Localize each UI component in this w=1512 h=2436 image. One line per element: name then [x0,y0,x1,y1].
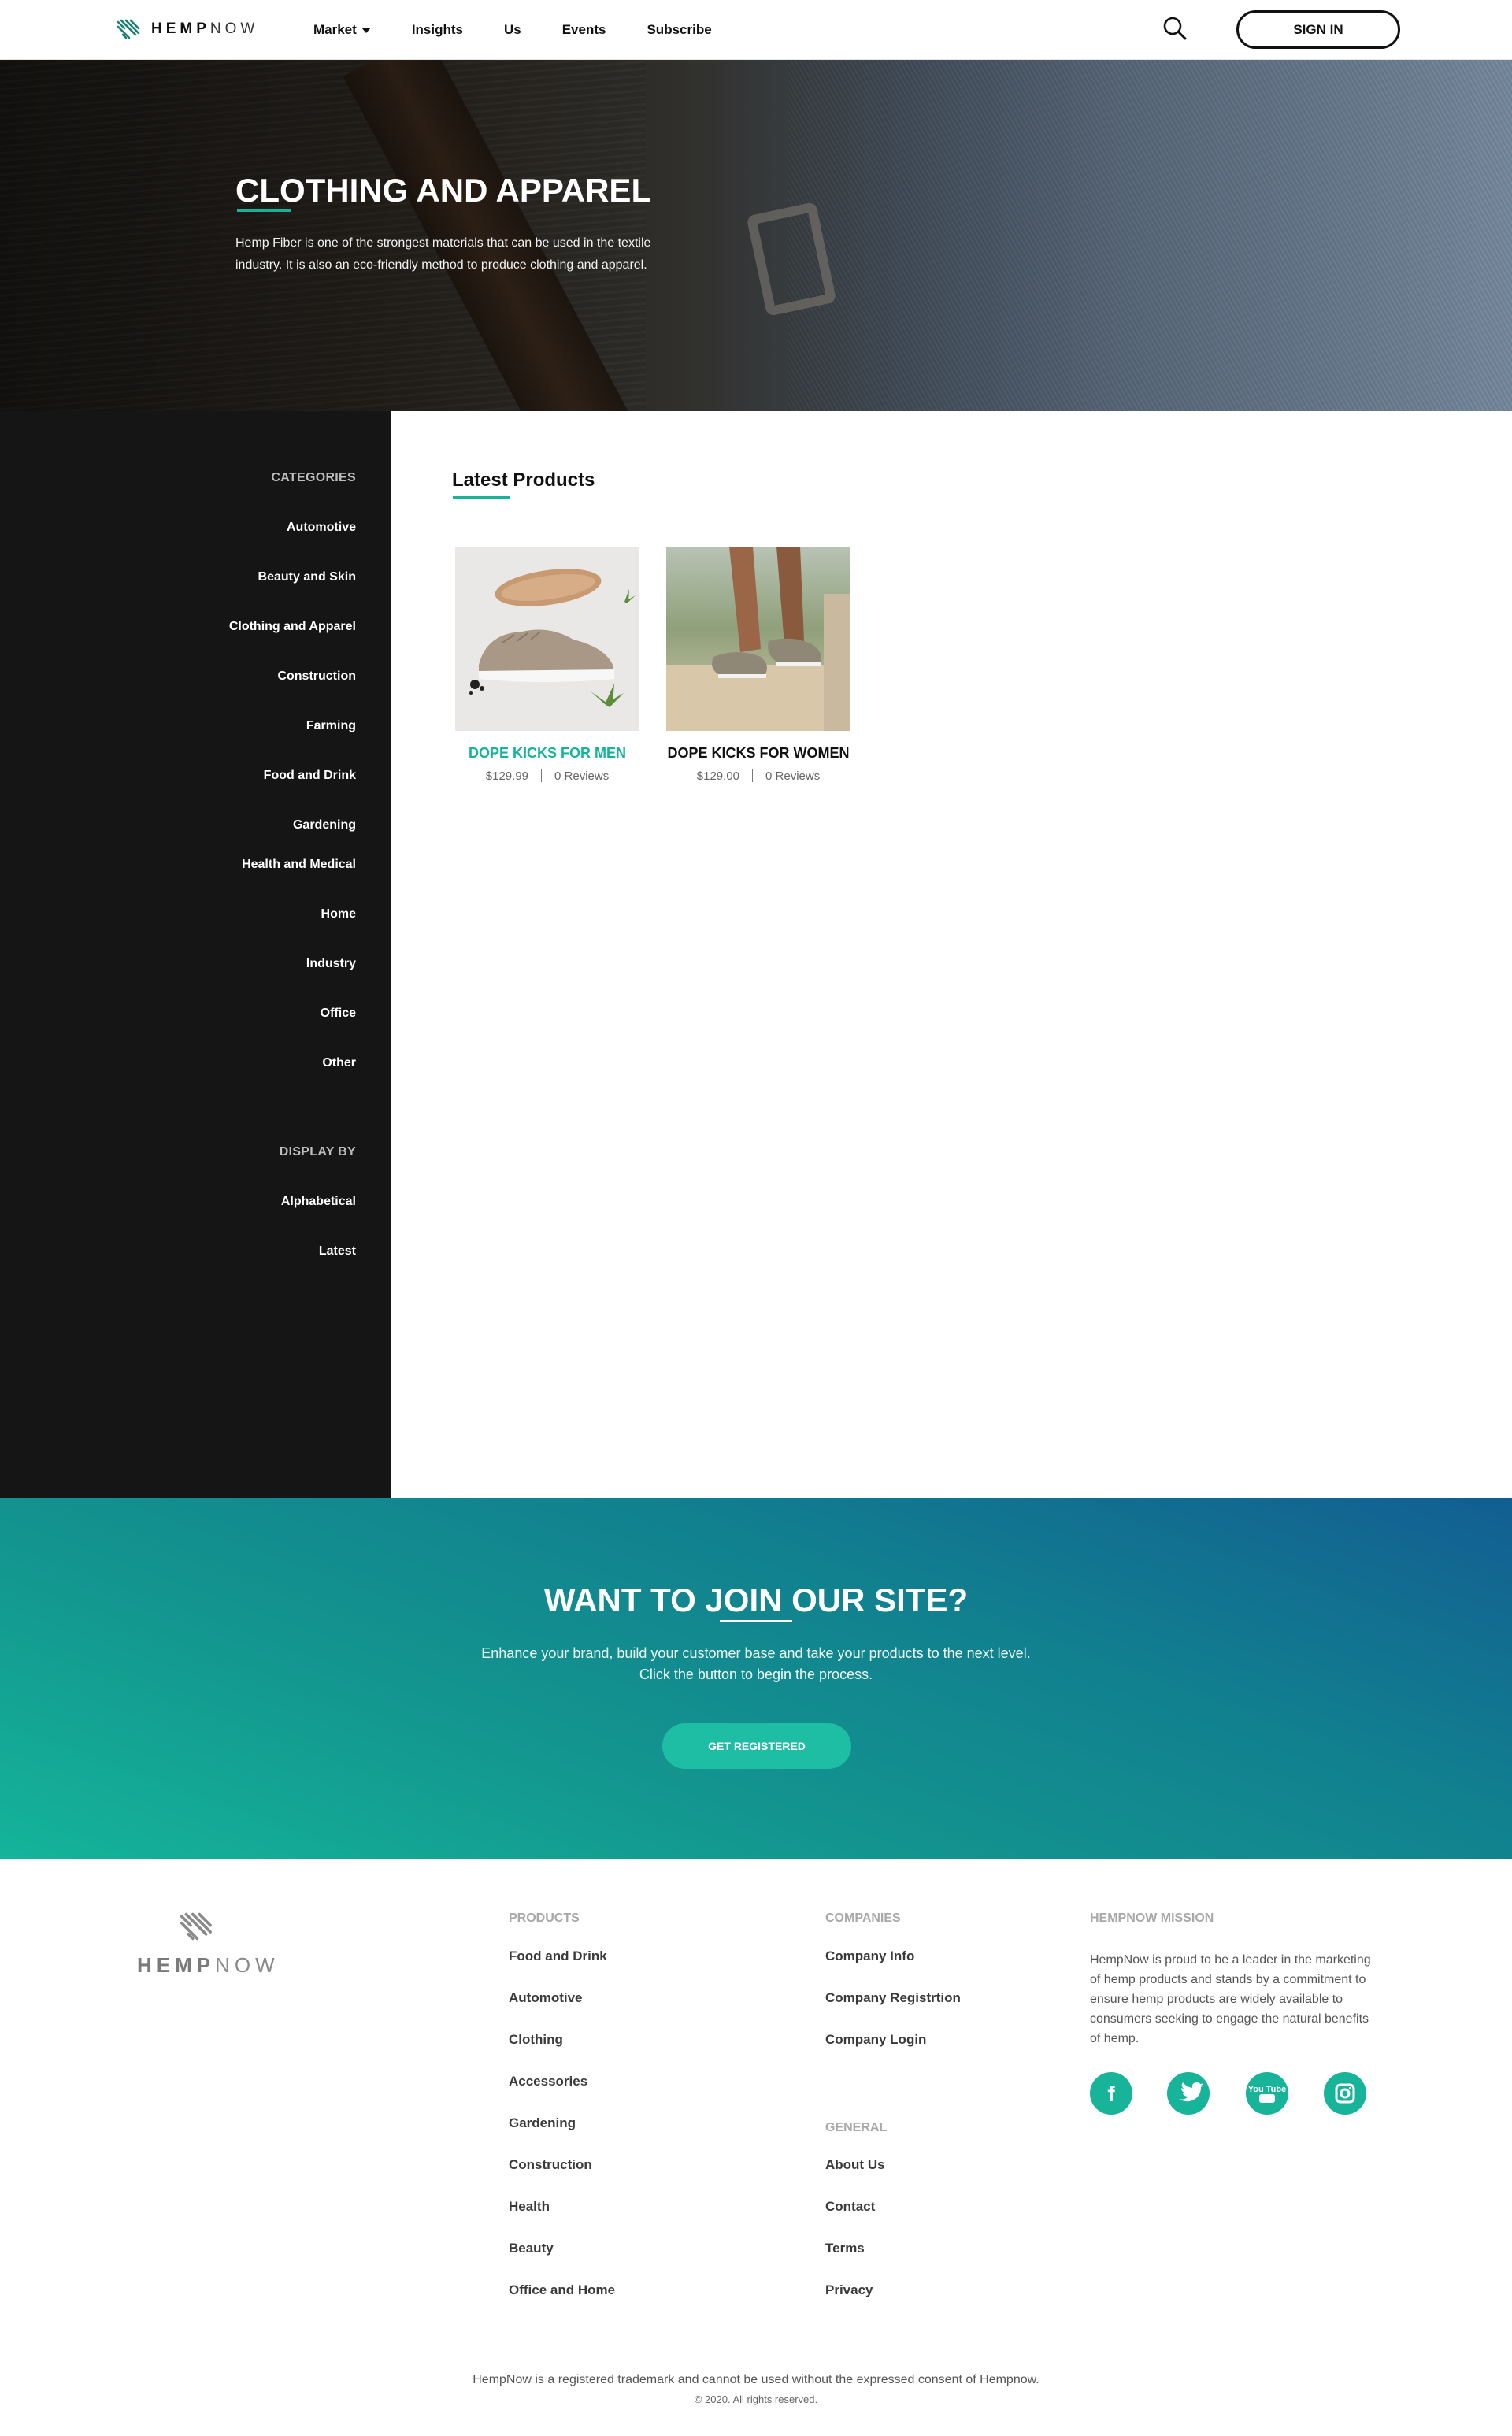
category-industry[interactable]: Industry [306,957,356,971]
join-title-pre: WANT TO [543,1581,696,1618]
footer-mission-text: HempNow is proud to be a leader in the m… [1090,1953,1371,2045]
footer-link-company-login[interactable]: Company Login [825,2032,926,2048]
footer-logo[interactable]: HEMPNOW [137,1910,280,1978]
footer-link-clothing[interactable]: Clothing [509,2032,563,2048]
join-title-highlight: JOIN [705,1581,783,1618]
twitter-icon[interactable] [1167,2072,1210,2115]
footer-link-food-and-drink[interactable]: Food and Drink [509,1948,607,1964]
footer-link-privacy[interactable]: Privacy [825,2282,873,2298]
footer-general-heading: GENERAL [825,2121,888,2134]
category-food-and-drink[interactable]: Food and Drink [264,769,356,783]
site-logo[interactable]: HEMPNOW [117,17,258,41]
category-clothing-and-apparel[interactable]: Clothing and Apparel [229,620,356,634]
product-meta-men: $129.99 0 Reviews [455,769,639,783]
product-image-men [455,547,639,731]
footer-link-gardening[interactable]: Gardening [509,2115,576,2131]
footer-link-automotive[interactable]: Automotive [509,1990,583,2006]
join-title-underline [720,1620,792,1622]
latest-products-title: Latest Products [452,469,595,491]
nav-us[interactable]: Us [504,22,521,38]
nav-insights[interactable]: Insights [412,22,463,38]
footer-link-beauty[interactable]: Beauty [509,2241,554,2256]
hero-title-underline [237,209,291,212]
footer-link-terms[interactable]: Terms [825,2241,865,2256]
category-office[interactable]: Office [321,1007,356,1021]
display-by-heading: DISPLAY BY [279,1145,356,1159]
instagram-icon[interactable] [1324,2072,1366,2115]
footer-link-construction[interactable]: Construction [509,2157,592,2173]
footer-link-office-and-home[interactable]: Office and Home [509,2282,615,2298]
product-card-women[interactable]: DOPE KICKS FOR WOMEN $129.00 0 Reviews [666,547,850,783]
meta-divider [752,769,754,782]
footer-link-about-us[interactable]: About Us [825,2157,885,2173]
sign-in-button[interactable]: SIGN IN [1236,10,1400,49]
category-other[interactable]: Other [322,1056,356,1070]
product-price-women: $129.00 [696,769,740,783]
join-description: Enhance your brand, build your customer … [0,1643,1512,1685]
hero-title: CLOTHING AND APPAREL [235,172,652,209]
hempnow-logo-icon [117,19,140,39]
join-title-post: OUR SITE? [791,1581,969,1618]
join-title: WANT TO JOIN OUR SITE? [0,1581,1512,1619]
chevron-down-icon [361,27,371,33]
nav-market[interactable]: Market [313,22,371,38]
display-alphabetical[interactable]: Alphabetical [281,1195,356,1209]
search-icon[interactable] [1161,14,1189,43]
display-latest[interactable]: Latest [319,1244,356,1259]
product-image-women [666,547,850,731]
footer-legal-text: HempNow is a registered trademark and ca… [472,2373,1040,2386]
category-health-and-medical[interactable]: Health and Medical [242,858,356,872]
hero-banner: CLOTHING AND APPAREL Hemp Fiber is one o… [0,60,1512,411]
product-reviews-men[interactable]: 0 Reviews [554,769,609,783]
product-name-women[interactable]: DOPE KICKS FOR WOMEN [666,745,850,762]
hero-description: Hemp Fiber is one of the strongest mater… [235,236,651,272]
svg-text:f: f [1107,2082,1115,2106]
main-nav: Market Insights Us Events Subscribe [313,22,753,38]
footer-link-company-registration[interactable]: Company Registrtion [825,1990,961,2006]
hempnow-logo-icon [180,1912,213,1941]
facebook-icon[interactable]: f [1090,2072,1132,2115]
top-navbar: HEMPNOW Market Insights Us Events Subscr… [0,0,1512,60]
youtube-icon[interactable]: You Tube [1246,2072,1288,2115]
product-card-men[interactable]: DOPE KICKS FOR MEN $129.99 0 Reviews [455,547,639,783]
footer-link-health[interactable]: Health [509,2199,550,2215]
product-price-men: $129.99 [485,769,529,783]
category-sidebar: CATEGORIES Automotive Beauty and Skin Cl… [0,411,391,1498]
footer-companies-heading: COMPANIES [825,1911,901,1925]
product-name-men[interactable]: DOPE KICKS FOR MEN [455,745,639,762]
footer-link-company-info[interactable]: Company Info [825,1948,914,1964]
footer-products-heading: PRODUCTS [509,1911,580,1925]
logo-wordmark: HEMPNOW [151,20,259,37]
join-banner: WANT TO JOIN OUR SITE? Enhance your bran… [0,1498,1512,1859]
get-registered-button[interactable]: GET REGISTERED [662,1723,851,1769]
footer-logo-wordmark: HEMPNOW [137,1953,280,1977]
category-home[interactable]: Home [321,907,356,921]
nav-subscribe[interactable]: Subscribe [647,22,711,38]
category-automotive[interactable]: Automotive [287,521,356,535]
hero-overlay [0,60,1512,411]
footer-link-contact[interactable]: Contact [825,2199,875,2215]
category-farming[interactable]: Farming [306,719,356,733]
categories-heading: CATEGORIES [271,471,356,484]
site-footer: HEMPNOW PRODUCTS Food and Drink Automoti… [0,1859,1512,2436]
product-meta-women: $129.00 0 Reviews [666,769,850,783]
footer-link-accessories[interactable]: Accessories [509,2074,587,2089]
join-line-2: Click the button to begin the process. [639,1667,873,1682]
product-reviews-women[interactable]: 0 Reviews [765,769,820,783]
nav-events[interactable]: Events [562,22,606,38]
footer-mission-heading: HEMPNOW MISSION [1090,1911,1214,1925]
category-construction[interactable]: Construction [277,669,356,684]
footer-copyright: © 2020. All rights reserved. [694,2393,818,2405]
category-beauty-and-skin[interactable]: Beauty and Skin [258,570,356,584]
category-gardening[interactable]: Gardening [293,818,356,832]
join-line-1: Enhance your brand, build your customer … [481,1645,1031,1661]
latest-products-underline [453,496,510,499]
nav-market-label: Market [313,22,357,37]
meta-divider [541,769,543,782]
youtube-label: You Tube [1248,2085,1286,2094]
